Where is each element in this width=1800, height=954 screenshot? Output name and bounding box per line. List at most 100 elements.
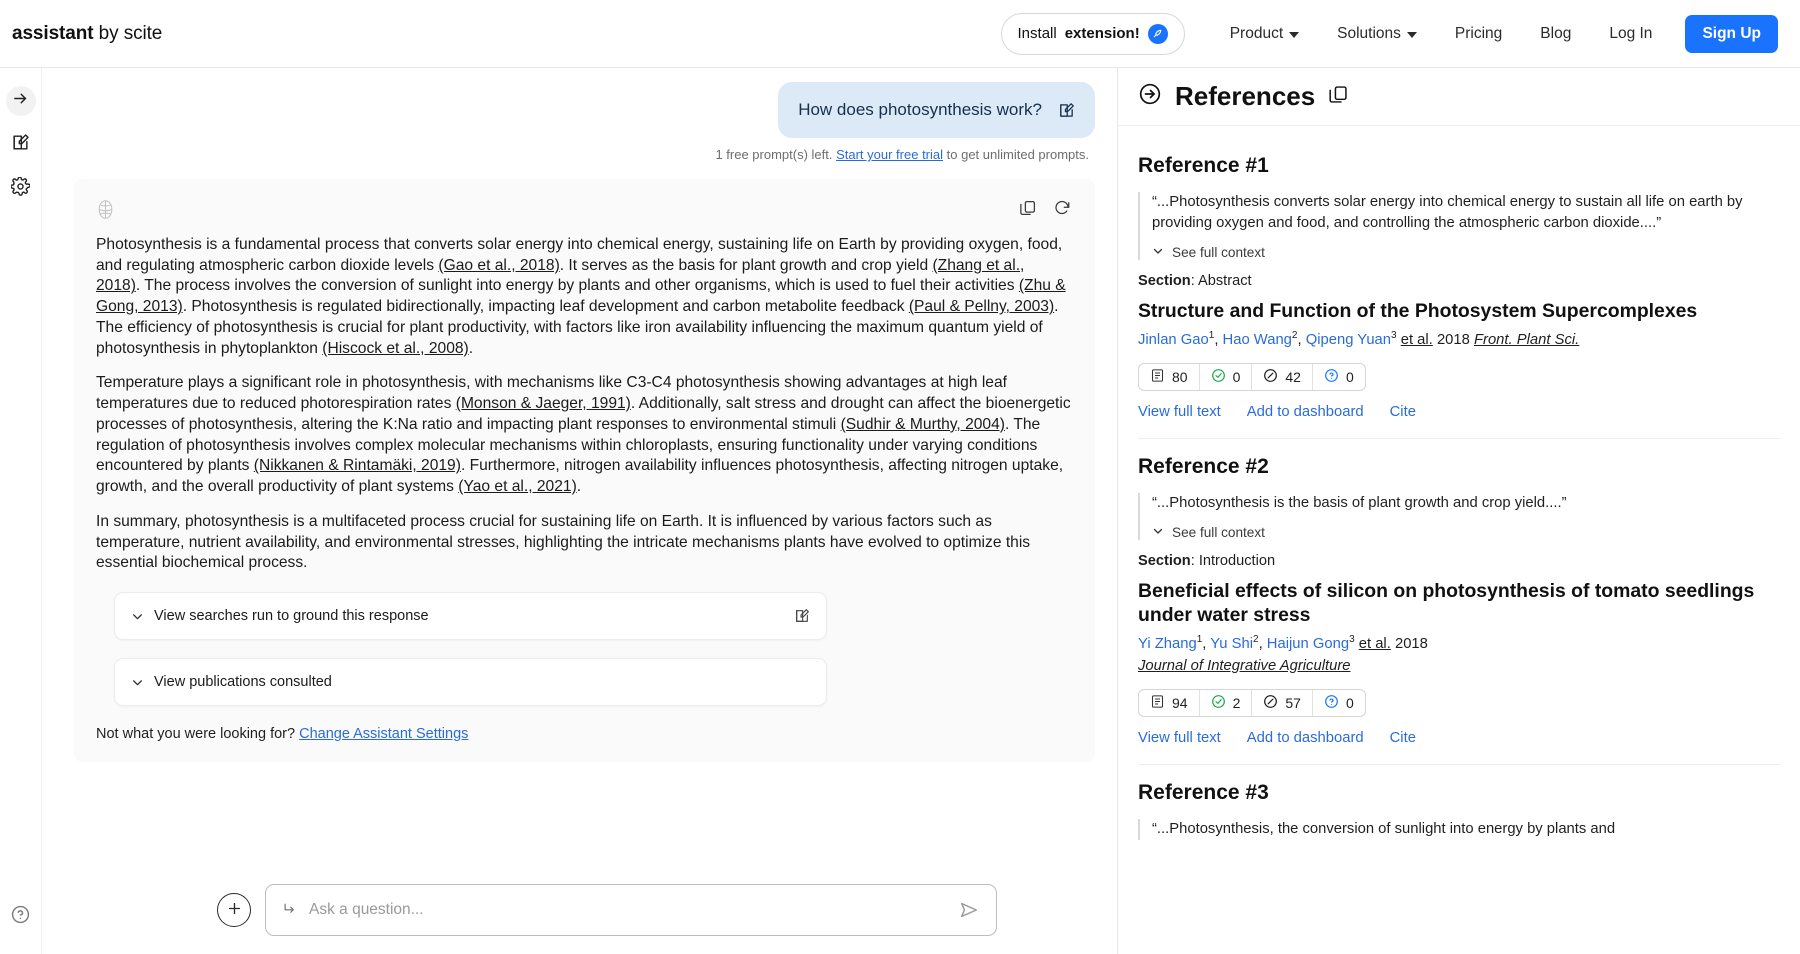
cite-link[interactable]: Cite	[1390, 730, 1416, 746]
check-circle-icon	[1211, 368, 1226, 386]
free-prompt-prefix: 1 free prompt(s) left.	[715, 147, 836, 162]
author-link[interactable]: Haijun Gong	[1267, 636, 1349, 652]
author-link[interactable]: Qipeng Yuan	[1306, 332, 1391, 348]
inline-citation[interactable]: (Yao et al., 2021)	[458, 478, 576, 495]
badge-mentioning[interactable]: 42	[1252, 364, 1313, 390]
badge-supporting[interactable]: 2	[1200, 690, 1253, 716]
badge-supporting[interactable]: 0	[1200, 364, 1253, 390]
reference-authors: Yi Zhang1, Yu Shi2, Haijun Gong3 et al. …	[1138, 632, 1780, 677]
see-full-context-toggle[interactable]: See full context	[1152, 525, 1780, 540]
collapse-references-icon[interactable]	[1138, 82, 1162, 111]
answer-paragraph-3: In summary, photosynthesis is a multifac…	[96, 512, 1071, 574]
divider	[1138, 438, 1780, 439]
badge-value: 0	[1233, 369, 1241, 385]
copy-answer-icon[interactable]	[1019, 199, 1037, 222]
inline-citation[interactable]: (Hiscock et al., 2008)	[322, 340, 468, 357]
inline-citation[interactable]: (Gao et al., 2018)	[438, 257, 559, 274]
references-panel[interactable]: References Reference #1 “...Photosynthes…	[1117, 68, 1800, 954]
answer-paragraph-2: Temperature plays a significant role in …	[96, 373, 1071, 497]
start-free-trial-link[interactable]: Start your free trial	[836, 147, 943, 162]
install-extension-button[interactable]: Install extension!	[1001, 13, 1185, 55]
cite-link[interactable]: Cite	[1390, 404, 1416, 420]
slash-circle-icon	[1263, 694, 1278, 712]
change-assistant-settings-link[interactable]: Change Assistant Settings	[299, 726, 468, 742]
add-to-dashboard-link[interactable]: Add to dashboard	[1247, 730, 1364, 746]
inline-citation[interactable]: (Zhang et al., 2018)	[96, 257, 1024, 295]
badge-contrasting[interactable]: 0	[1313, 690, 1365, 716]
reference-journal[interactable]: Journal of Integrative Agriculture	[1138, 658, 1350, 674]
install-strong: extension!	[1065, 25, 1140, 42]
reference-journal[interactable]: Front. Plant Sci.	[1474, 332, 1579, 348]
accordion-searches[interactable]: View searches run to ground this respons…	[114, 592, 827, 640]
regenerate-answer-icon[interactable]	[1053, 199, 1071, 222]
reference-item: Reference #2 “...Photosynthesis is the b…	[1138, 455, 1780, 746]
author-link[interactable]: Jinlan Gao	[1138, 332, 1209, 348]
badge-value: 57	[1285, 695, 1301, 711]
inline-citation[interactable]: (Sudhir & Murthy, 2004)	[841, 416, 1005, 433]
expand-sidebar-button[interactable]	[6, 86, 36, 116]
new-chat-button[interactable]	[6, 130, 36, 160]
sign-up-button[interactable]: Sign Up	[1685, 15, 1778, 53]
reference-authors: Jinlan Gao1, Hao Wang2, Qipeng Yuan3 et …	[1138, 328, 1780, 351]
send-icon[interactable]	[958, 899, 980, 921]
reference-section: Section: Abstract	[1138, 273, 1780, 289]
badge-citing-publications[interactable]: 80	[1139, 364, 1200, 390]
reference-title[interactable]: Structure and Function of the Photosyste…	[1138, 300, 1780, 324]
nav-item-pricing[interactable]: Pricing	[1436, 25, 1521, 43]
accordion-publications[interactable]: View publications consulted	[114, 658, 827, 706]
copy-references-icon[interactable]	[1328, 84, 1349, 110]
badge-value: 2	[1233, 695, 1241, 711]
et-al-label[interactable]: et al.	[1401, 332, 1433, 348]
brand-logo[interactable]: assistant by scite	[12, 23, 162, 45]
rocket-icon	[1148, 24, 1168, 44]
inline-citation[interactable]: (Nikkanen & Rintamäki, 2019)	[254, 457, 461, 474]
badge-mentioning[interactable]: 57	[1252, 690, 1313, 716]
settings-button[interactable]	[6, 174, 36, 204]
change-settings-prefix: Not what you were looking for?	[96, 726, 299, 742]
view-full-text-link[interactable]: View full text	[1138, 404, 1221, 420]
help-button[interactable]	[6, 902, 36, 932]
citation-badges[interactable]: 94 2 57	[1138, 689, 1366, 717]
author-link[interactable]: Hao Wang	[1223, 332, 1292, 348]
document-icon	[1150, 694, 1165, 712]
see-full-context-toggle[interactable]: See full context	[1152, 245, 1780, 260]
et-al-label[interactable]: et al.	[1359, 636, 1391, 652]
references-header: References	[1118, 68, 1800, 126]
nav-item-solutions[interactable]: Solutions	[1318, 25, 1436, 43]
nav-item-product[interactable]: Product	[1211, 25, 1318, 43]
author-link[interactable]: Yi Zhang	[1138, 636, 1197, 652]
badge-value: 0	[1346, 695, 1354, 711]
reference-action-links: View full text Add to dashboard Cite	[1138, 730, 1780, 746]
left-rail	[0, 68, 42, 954]
reference-title[interactable]: Beneficial effects of silicon on photosy…	[1138, 580, 1780, 628]
answer-actions	[1019, 199, 1071, 222]
answer-paragraph-1: Photosynthesis is a fundamental process …	[96, 235, 1071, 359]
nav-item-blog[interactable]: Blog	[1521, 25, 1590, 43]
chevron-down-icon	[1407, 32, 1417, 38]
section-value: Introduction	[1199, 553, 1275, 569]
author-link[interactable]: Yu Shi	[1210, 636, 1253, 652]
badge-citing-publications[interactable]: 94	[1139, 690, 1200, 716]
inline-citation[interactable]: (Paul & Pellny, 2003)	[909, 298, 1054, 315]
inline-citation[interactable]: (Monson & Jaeger, 1991)	[456, 395, 631, 412]
assistant-answer-card: Photosynthesis is a fundamental process …	[74, 179, 1095, 762]
install-prefix: Install	[1018, 25, 1057, 42]
chat-scroll-area[interactable]: How does photosynthesis work? 1 free pro…	[42, 68, 1117, 870]
question-input-wrap[interactable]	[265, 884, 997, 936]
author-affiliation: 3	[1349, 634, 1355, 645]
reference-item: Reference #1 “...Photosynthesis converts…	[1138, 154, 1780, 420]
chevron-down-icon	[1289, 32, 1299, 38]
search-input[interactable]	[307, 900, 948, 920]
reference-year: 2018	[1437, 332, 1470, 348]
chevron-down-icon	[1152, 245, 1164, 260]
nav-item-login[interactable]: Log In	[1590, 25, 1671, 43]
open-external-icon[interactable]	[794, 608, 810, 624]
badge-contrasting[interactable]: 0	[1313, 364, 1365, 390]
edit-prompt-icon[interactable]	[1058, 102, 1075, 119]
chevron-down-icon	[1152, 525, 1164, 540]
compose-icon	[11, 133, 30, 157]
add-attachment-button[interactable]	[217, 893, 251, 927]
add-to-dashboard-link[interactable]: Add to dashboard	[1247, 404, 1364, 420]
view-full-text-link[interactable]: View full text	[1138, 730, 1221, 746]
citation-badges[interactable]: 80 0 42	[1138, 363, 1366, 391]
